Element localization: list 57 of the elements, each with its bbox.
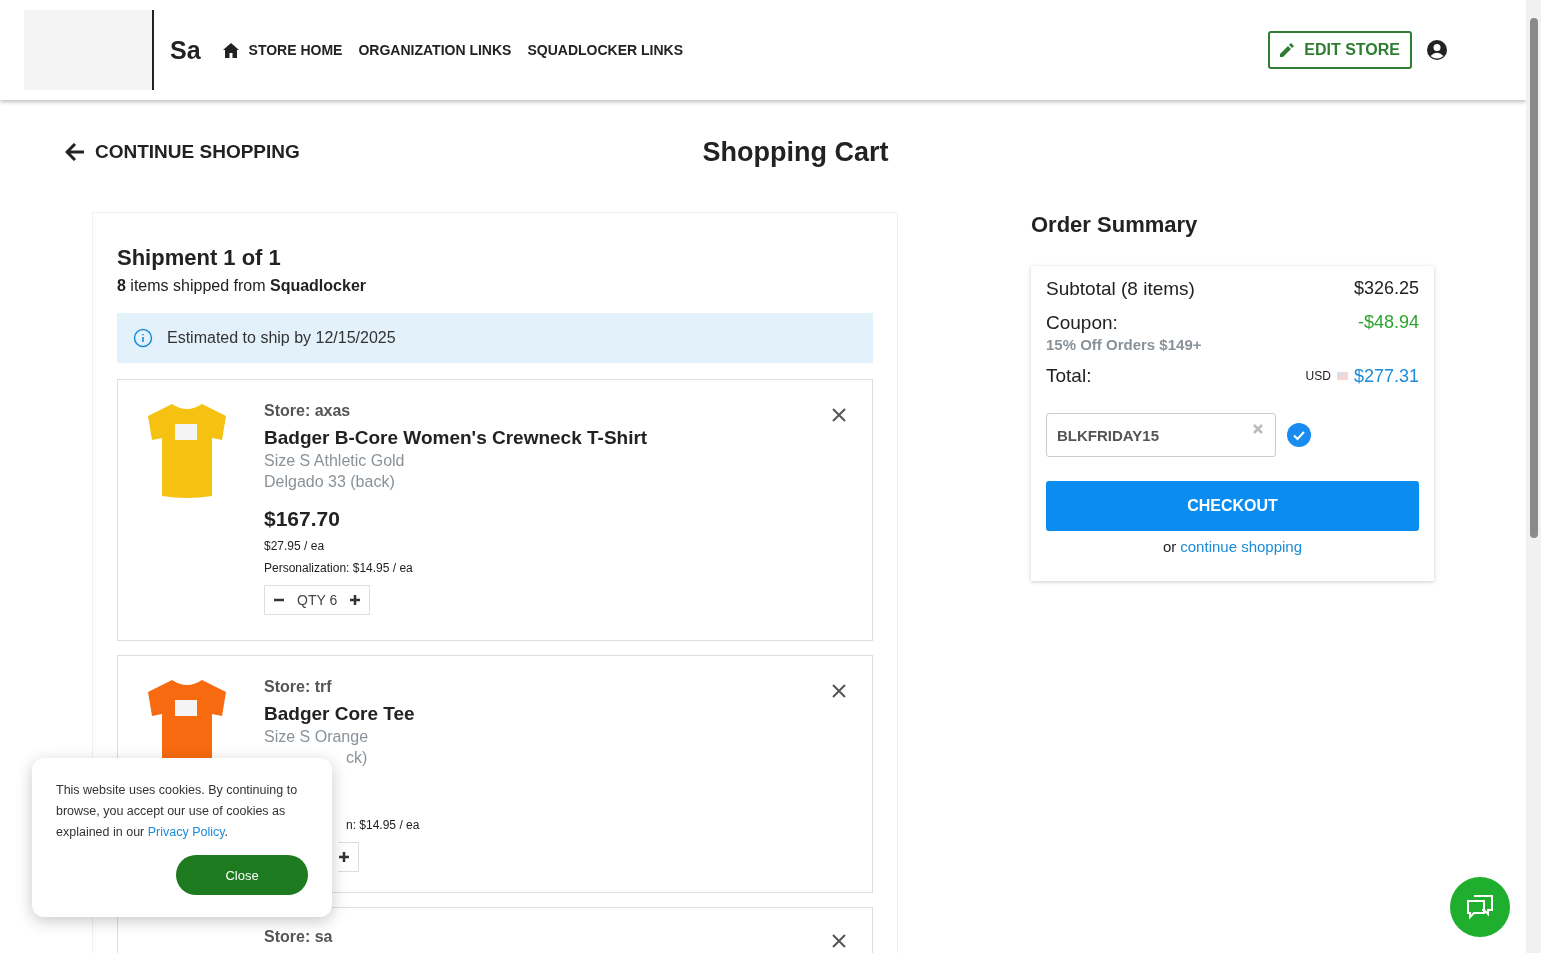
item-price: $167.70 <box>264 507 340 531</box>
user-icon <box>1426 39 1448 61</box>
unit-price: $27.95 / ea <box>264 539 325 553</box>
coupon-label: Coupon: <box>1046 312 1119 334</box>
cookie-message: This website uses cookies. By continuing to browse, you accept our use of cookies as explained in our Privacy Policy. <box>56 782 299 841</box>
personalization-price: n: $14.95 / ea <box>346 818 420 833</box>
pencil-icon <box>1280 43 1295 57</box>
shipment-summary: 8 items shipped from Squadlocker <box>117 277 367 295</box>
order-summary-title: Order Summary <box>1031 212 1199 238</box>
subtotal-label: Subtotal (8 items) <box>1046 278 1195 300</box>
item-variant: Size S Athletic Gold <box>264 452 405 470</box>
continue-shopping-link[interactable]: continue shopping <box>1180 538 1303 555</box>
close-button[interactable]: Close <box>176 855 308 895</box>
increase-button[interactable] <box>338 851 350 864</box>
notice-text: Estimated to ship by 12/15/2025 <box>167 329 396 347</box>
flag-icon <box>1336 372 1348 380</box>
item-name: Badger B-Core Women's Crewneck T-Shirt <box>264 427 648 449</box>
increase-button[interactable] <box>349 594 362 606</box>
item-variant: Delgado 33 (back) <box>264 473 395 491</box>
personalization-price: Personalization: $14.95 / ea <box>264 561 413 575</box>
total-label: Total: <box>1046 365 1092 387</box>
item-store: Store: trf <box>264 678 332 696</box>
privacy-policy-link[interactable]: Privacy Policy <box>147 825 225 839</box>
nav-link[interactable]: SQUADLOCKER LINKS <box>527 42 683 58</box>
item-variant: Size S Orange <box>264 728 369 746</box>
subtotal-value: $326.25 <box>1353 278 1419 300</box>
item-store: Store: axas <box>264 402 351 420</box>
close-icon <box>830 682 848 700</box>
edit-store-button[interactable]: EDIT STORE <box>1268 31 1412 69</box>
store-logo-text: Sa <box>170 35 201 65</box>
total-value: $277.31 <box>1353 365 1419 387</box>
item-name: Badger Core Tee <box>264 703 415 725</box>
coupon-code-field[interactable]: BLKFRIDAY15 <box>1046 413 1276 457</box>
chat-icon <box>1466 894 1494 920</box>
scrollbar[interactable] <box>1526 0 1541 953</box>
nav-link[interactable]: ORGANIZATION LINKS <box>358 42 512 58</box>
item-variant: ck) <box>346 749 368 767</box>
plus-icon <box>349 594 362 606</box>
quantity-text: QTY 6 <box>297 592 338 608</box>
close-icon <box>830 406 848 424</box>
clear-icon <box>1253 424 1263 434</box>
back-arrow-icon <box>65 143 85 161</box>
chat-button[interactable] <box>1450 877 1510 937</box>
info-icon <box>133 328 153 348</box>
coupon-discount: -$48.94 <box>1357 312 1419 334</box>
item-store: Store: sa <box>264 928 333 946</box>
coupon-name: 15% Off Orders $149+ <box>1046 336 1202 353</box>
plus-icon <box>338 851 350 864</box>
page-title: Shopping Cart <box>702 136 889 168</box>
currency-code: USD <box>1305 369 1331 383</box>
shipment-title: Shipment 1 of 1 <box>117 245 282 271</box>
close-icon <box>830 932 848 950</box>
home-icon <box>222 42 239 58</box>
continue-shopping-link[interactable]: CONTINUE SHOPPING <box>65 141 703 163</box>
or-text: or <box>1162 538 1177 555</box>
nav-link[interactable]: STORE HOME <box>222 42 343 58</box>
account-button[interactable] <box>1426 39 1448 61</box>
